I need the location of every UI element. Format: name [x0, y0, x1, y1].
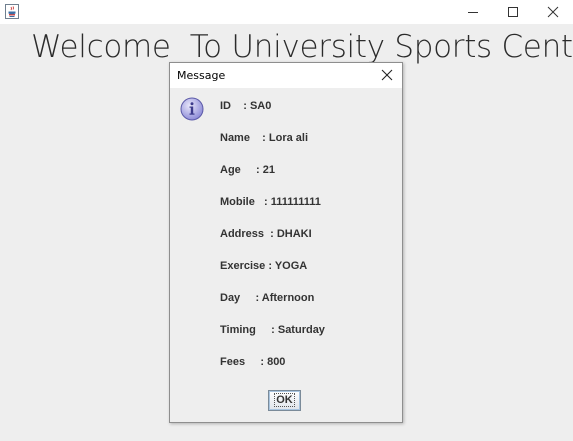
close-icon: [381, 69, 393, 81]
window-titlebar: [0, 0, 573, 24]
application-window: Welcome To University Sports Center Mess…: [0, 0, 573, 441]
java-coffee-cup-icon: [5, 4, 19, 19]
message-age: Age : 21: [220, 164, 276, 176]
message-exercise: Exercise : YOGA: [220, 260, 308, 272]
maximize-icon: [508, 7, 518, 17]
dialog-title: Message: [177, 69, 226, 82]
message-name: Name : Lora ali: [220, 132, 309, 144]
minimize-button[interactable]: [453, 0, 493, 24]
message-timing: Timing : Saturday: [220, 324, 325, 336]
minimize-icon: [468, 12, 478, 13]
message-id: ID : SA0: [220, 100, 272, 112]
dialog-titlebar: Message: [170, 63, 402, 88]
ok-button[interactable]: OK: [268, 390, 301, 411]
close-button[interactable]: [533, 0, 573, 24]
dialog-close-button[interactable]: [376, 65, 398, 85]
message-dialog: Message ID : SA0 Name : Lora ali Age: 2…: [169, 62, 403, 423]
message-address: Address : DHAKI: [220, 228, 312, 240]
info-icon: [180, 97, 204, 121]
message-day: Day : Afternoon: [220, 292, 315, 304]
message-fees: Fees : 800: [220, 356, 286, 368]
ok-button-label: OK: [274, 393, 295, 407]
maximize-button[interactable]: [493, 0, 533, 24]
message-mobile: Mobile : 111111111: [220, 196, 321, 208]
close-icon: [547, 6, 559, 18]
welcome-heading: Welcome To University Sports Center: [31, 29, 573, 65]
